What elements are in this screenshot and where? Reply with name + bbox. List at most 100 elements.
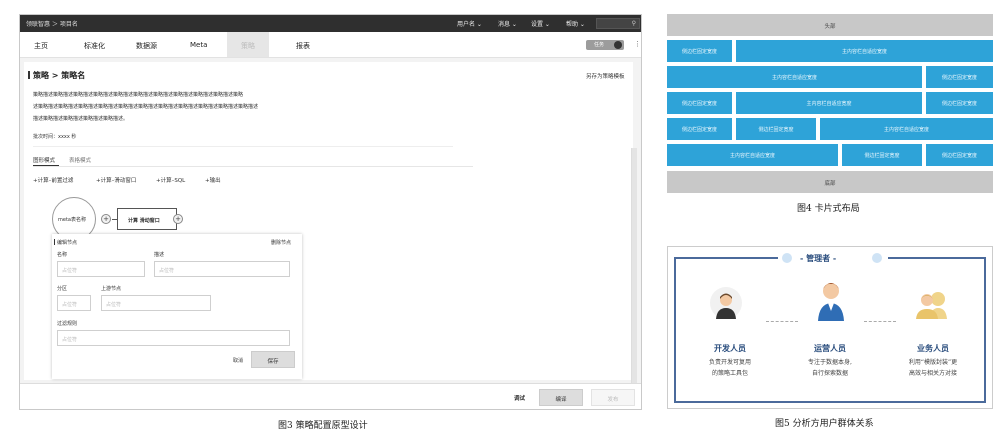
business-desc-2: 高效与相关方对接 — [908, 370, 957, 377]
settings-menu[interactable]: 设置 ⌄ — [531, 19, 550, 28]
save-as-template-link[interactable]: 另存为策略模板 — [586, 72, 625, 80]
nav-home[interactable]: 主页 — [34, 41, 48, 51]
publish-button[interactable]: 发布 — [591, 389, 635, 406]
main-adaptive-block: 主内容栏自适应宽度 — [736, 40, 993, 62]
add-node-icon-2[interactable]: + — [173, 214, 183, 224]
bubble-icon — [872, 253, 882, 263]
operator-avatar-icon — [814, 277, 848, 321]
fig4-caption: 图4 卡片式布局 — [797, 204, 860, 214]
calc-window-node[interactable]: 计算 滑动窗口 — [117, 208, 177, 230]
nav-datasource[interactable]: 数据源 — [136, 41, 157, 51]
compile-button[interactable]: 编译 — [539, 389, 583, 406]
add-output-button[interactable]: +输出 — [205, 176, 221, 184]
upstream-label: 上游节点 — [101, 286, 122, 292]
help-menu[interactable]: 帮助 ⌄ — [566, 19, 585, 28]
top-bar: 领联智惠 ＞ 项目名 用户名 ⌄ 消息 ⌄ 设置 ⌄ 帮助 ⌄ ⚲ — [20, 15, 641, 32]
operator-name: 运营人员 — [814, 344, 846, 353]
tab-graph-mode[interactable]: 图形模式 — [33, 156, 55, 164]
operator-role: 运营人员 专注于数据本身, 自行探索数据 — [790, 343, 870, 379]
developer-avatar-icon — [710, 287, 742, 319]
user-group-figure: - 管理者 - 开发人员 负责开发可复用 的策略工具包 运营人员 专注于数据本身… — [667, 246, 993, 409]
card-layout-figure: 头部 侧边栏固定宽度 主内容栏自适应宽度 主内容栏自适应宽度 侧边栏固定宽度 侧… — [666, 14, 993, 195]
tab-divider — [33, 166, 473, 167]
sidebar-fixed-block: 侧边栏固定宽度 — [667, 118, 732, 140]
more-icon[interactable]: ⋮ — [634, 40, 641, 48]
add-window-button[interactable]: +计算–滑动窗口 — [96, 176, 136, 184]
name-field[interactable]: 占位符 — [57, 261, 145, 277]
task-label: 任务 — [594, 42, 605, 48]
name-label: 名称 — [57, 252, 68, 258]
strategy-prototype-screenshot: 领联智惠 ＞ 项目名 用户名 ⌄ 消息 ⌄ 设置 ⌄ 帮助 ⌄ ⚲ 主页 标准化… — [19, 14, 642, 410]
main-adaptive-block: 主内容栏自适应宽度 — [667, 66, 922, 88]
meta-node-label: meta表名称 — [58, 217, 86, 223]
add-node-icon[interactable]: + — [101, 214, 111, 224]
desc-label: 描述 — [154, 252, 165, 258]
business-name: 业务人员 — [917, 344, 949, 353]
business-avatar-icon — [911, 287, 951, 319]
business-role: 业务人员 利用“模版封装”更 高效与相关方对接 — [890, 343, 976, 379]
main-nav: 主页 标准化 数据源 Meta 策略 报表 任务 ⋮ — [20, 32, 641, 58]
toggle-knob — [614, 41, 622, 49]
filter-placeholder: 占位符 — [62, 337, 78, 343]
debug-button[interactable]: 调试 — [514, 394, 525, 402]
user-menu[interactable]: 用户名 ⌄ — [457, 19, 482, 28]
search-icon[interactable]: ⚲ — [632, 20, 636, 27]
nav-report[interactable]: 报表 — [296, 41, 310, 51]
developer-desc-1: 负责开发可复用 — [708, 359, 751, 366]
bubble-icon — [782, 253, 792, 263]
nav-standardize[interactable]: 标准化 — [84, 41, 105, 51]
title-marker — [28, 71, 30, 79]
bottom-action-bar: 调试 编译 发布 — [20, 383, 641, 409]
sidebar-fixed-block: 侧边栏固定宽度 — [667, 40, 732, 62]
task-toggle[interactable]: 任务 — [586, 40, 624, 50]
save-button[interactable]: 保存 — [251, 351, 295, 368]
sidebar-fixed-block: 侧边栏固定宽度 — [842, 144, 922, 166]
strategy-panel: 策略 > 策略名 另存为策略模板 策略描述策略描述策略描述策略描述策略描述策略描… — [24, 62, 633, 380]
brand-breadcrumb[interactable]: 领联智惠 ＞ 项目名 — [26, 19, 78, 28]
cancel-button[interactable]: 取消 — [233, 357, 243, 364]
popup-marker — [54, 239, 55, 245]
tab-table-mode[interactable]: 表格模式 — [69, 156, 91, 164]
business-desc-1: 利用“模版封装”更 — [908, 359, 958, 366]
scrollbar[interactable] — [631, 148, 637, 388]
add-filter-button[interactable]: +计算–前置过滤 — [33, 176, 73, 184]
sidebar-fixed-block: 侧边栏固定宽度 — [926, 144, 993, 166]
calc-node-label: 计算 滑动窗口 — [128, 218, 160, 224]
partition-label: 分区 — [57, 286, 68, 292]
edit-node-popup: 编辑节点 删除节点 名称 占位符 描述 占位符 分区 占位符 上游节点 占位符 … — [52, 234, 302, 379]
partition-field[interactable]: 占位符 — [57, 295, 91, 311]
filter-label: 过滤规则 — [57, 321, 78, 327]
nav-meta[interactable]: Meta — [190, 41, 207, 49]
search-input[interactable]: ⚲ — [596, 18, 640, 29]
developer-name: 开发人员 — [714, 344, 746, 353]
description-line-2: 述策略描述策略描述策略描述策略描述策略描述策略描述策略描述策略描述策略描述策略描… — [33, 104, 259, 110]
main-adaptive-block: 主内容栏自适应宽度 — [820, 118, 993, 140]
operator-desc-2: 自行探索数据 — [811, 370, 848, 377]
divider — [33, 146, 453, 147]
operator-desc-1: 专注于数据本身, — [808, 359, 852, 366]
main-adaptive-block: 主内容栏自适应宽度 — [667, 144, 838, 166]
main-adaptive-block: 主内容栏自适应宽度 — [736, 92, 922, 114]
developer-role: 开发人员 负责开发可复用 的策略工具包 — [690, 343, 770, 379]
name-placeholder: 占位符 — [62, 268, 78, 274]
batch-time: 批次时间：xxxx 秒 — [33, 134, 77, 140]
delete-node-link[interactable]: 删除节点 — [271, 239, 291, 246]
upstream-field[interactable]: 占位符 — [101, 295, 211, 311]
nav-strategy[interactable]: 策略 — [227, 32, 269, 57]
desc-field[interactable]: 占位符 — [154, 261, 290, 277]
sidebar-fixed-block: 侧边栏固定宽度 — [667, 92, 732, 114]
sidebar-fixed-block: 侧边栏固定宽度 — [926, 66, 993, 88]
filter-field[interactable]: 占位符 — [57, 330, 290, 346]
page-title: 策略 > 策略名 — [33, 71, 86, 80]
connector-line — [766, 321, 798, 322]
add-sql-button[interactable]: +计算–SQL — [156, 176, 185, 184]
messages-menu[interactable]: 消息 ⌄ — [498, 19, 517, 28]
description-line-1: 策略描述策略描述策略描述策略描述策略描述策略描述策略描述策略描述策略描述策略描述… — [33, 92, 244, 98]
fig5-caption: 图5 分析方用户群体关系 — [775, 419, 874, 429]
developer-desc-2: 的策略工具包 — [711, 370, 748, 377]
desc-placeholder: 占位符 — [159, 268, 175, 274]
edit-node-title: 编辑节点 — [57, 240, 78, 246]
partition-placeholder: 占位符 — [62, 302, 78, 308]
manager-tag: - 管理者 - — [778, 251, 888, 265]
layout-footer: 底部 — [667, 171, 993, 193]
